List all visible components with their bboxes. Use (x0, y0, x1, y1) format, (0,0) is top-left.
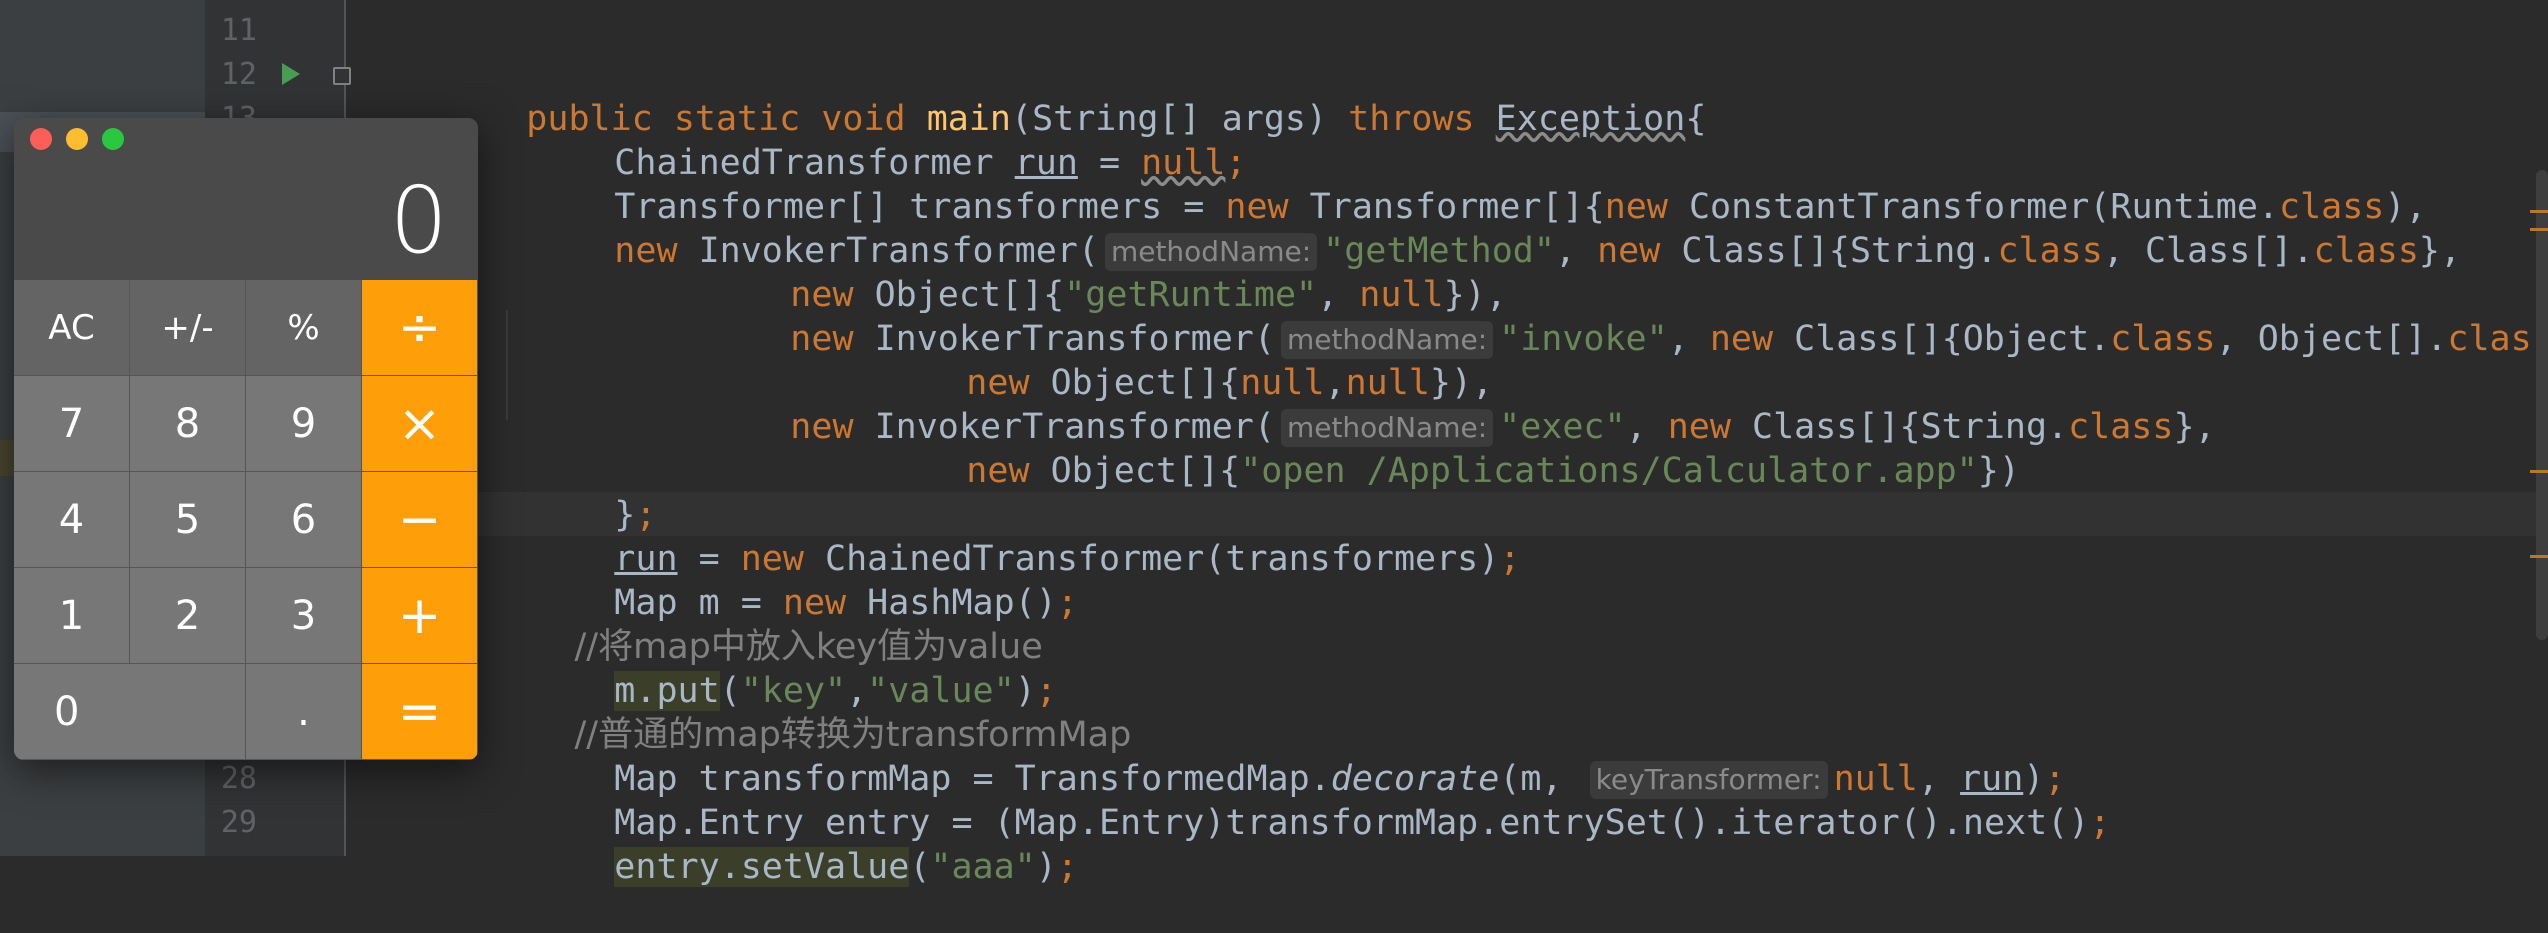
keyword: class (2110, 319, 2216, 359)
code-text: ; (1056, 847, 1078, 887)
string-literal: "invoke" (1499, 319, 1668, 359)
error-stripe-marker[interactable] (2530, 470, 2548, 473)
error-stripe-marker[interactable] (2530, 555, 2548, 558)
calculator-display: 0 (14, 118, 478, 280)
keyword: class (1997, 231, 2103, 271)
code-text: , (1554, 231, 1598, 271)
error-stripe-marker[interactable] (2530, 210, 2548, 213)
code-text: ; (1056, 583, 1078, 623)
keyword: new (614, 231, 678, 271)
code-text: }) (1977, 451, 2020, 491)
keyword: new (1709, 319, 1774, 359)
code-text: ( (909, 847, 931, 887)
zoom-button[interactable] (102, 128, 124, 150)
code-text: Object[]{ (1029, 451, 1241, 491)
code-text: }, (2418, 231, 2462, 271)
indent-guide (506, 310, 508, 420)
minimize-button[interactable] (66, 128, 88, 150)
five-key[interactable]: 5 (130, 472, 246, 568)
error-stripe-marker[interactable] (2530, 228, 2548, 231)
code-text: ; (2089, 803, 2111, 843)
code-text: }, (2173, 407, 2216, 447)
code-line-29[interactable]: entry.setValue("aaa"); (530, 801, 1078, 933)
seven-key[interactable]: 7 (14, 376, 130, 472)
four-key[interactable]: 4 (14, 472, 130, 568)
nine-key[interactable]: 9 (246, 376, 362, 472)
keyword: class (2068, 407, 2174, 447)
run-icon[interactable] (282, 63, 300, 85)
code-text: , Class[]. (2102, 231, 2314, 271)
keyword: class (2313, 231, 2419, 271)
code-text: , (1667, 319, 1710, 359)
code-text: ; (1499, 539, 1521, 579)
close-button[interactable] (30, 128, 52, 150)
keyword: new (1597, 231, 1661, 271)
zero-key[interactable]: 0 (14, 664, 246, 760)
keyword: new (790, 319, 854, 359)
three-key[interactable]: 3 (246, 568, 362, 664)
code-text: entry.setValue (614, 847, 910, 887)
two-key[interactable]: 2 (130, 568, 246, 664)
code-text: Class[]{String. (1660, 231, 1998, 271)
code-text: , Object[]. (2215, 319, 2448, 359)
six-key[interactable]: 6 (246, 472, 362, 568)
code-editor[interactable]: public static void main(String[] args) t… (346, 0, 2548, 887)
keyword: clas (2447, 319, 2532, 359)
minus-key[interactable]: − (362, 472, 478, 568)
keyword: new (790, 407, 854, 447)
calculator-window[interactable]: 0 AC +/- % ÷ 7 8 9 × 4 5 6 − 1 2 3 + 0 .… (14, 118, 478, 760)
decimal-key[interactable]: . (246, 664, 362, 760)
ac-key[interactable]: AC (14, 280, 130, 376)
divide-key[interactable]: ÷ (362, 280, 478, 376)
string-literal: "open /Applications/Calculator.app" (1240, 451, 1978, 491)
code-text: Exception (1495, 99, 1686, 139)
line-number: 29 (220, 805, 257, 840)
code-text: ) (1035, 847, 1057, 887)
multiply-key[interactable]: × (362, 376, 478, 472)
plus-minus-key[interactable]: +/- (130, 280, 246, 376)
string-literal: "aaa" (930, 847, 1036, 887)
code-text: { (1685, 99, 1707, 139)
line-number: 28 (220, 761, 257, 796)
keyword: new (966, 451, 1030, 491)
eight-key[interactable]: 8 (130, 376, 246, 472)
line-number: 11 (220, 13, 257, 48)
plus-key[interactable]: + (362, 568, 478, 664)
line-number: 12 (220, 57, 257, 92)
display-value: 0 (389, 167, 448, 274)
equals-key[interactable]: = (362, 664, 478, 760)
code-text: Class[]{Object. (1773, 319, 2111, 359)
percent-key[interactable]: % (246, 280, 362, 376)
keyword: throws (1348, 99, 1475, 139)
vertical-scrollbar[interactable] (2536, 170, 2548, 640)
one-key[interactable]: 1 (14, 568, 130, 664)
